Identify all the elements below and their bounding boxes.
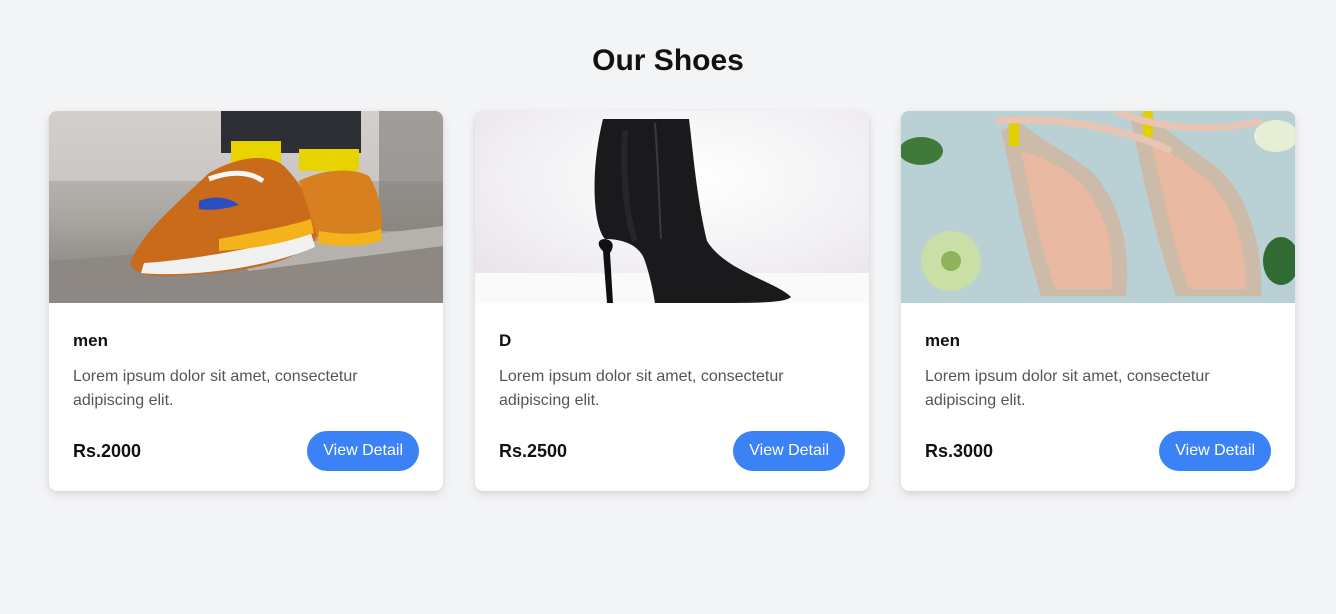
product-grid: men Lorem ipsum dolor sit amet, consecte…: [49, 111, 1295, 491]
view-detail-button[interactable]: View Detail: [733, 431, 845, 471]
view-detail-button[interactable]: View Detail: [1159, 431, 1271, 471]
product-card: men Lorem ipsum dolor sit amet, consecte…: [49, 111, 443, 491]
product-card: men Lorem ipsum dolor sit amet, consecte…: [901, 111, 1295, 491]
product-image-boot[interactable]: [475, 111, 869, 303]
product-description: Lorem ipsum dolor sit amet, consectetur …: [73, 368, 358, 409]
product-title: D: [499, 331, 512, 350]
product-title: men: [925, 331, 960, 350]
product-card: D Lorem ipsum dolor sit amet, consectetu…: [475, 111, 869, 491]
product-price: Rs.2000: [73, 440, 142, 461]
product-price: Rs.2500: [499, 440, 568, 461]
page-title: Our Shoes: [592, 44, 744, 77]
product-price: Rs.3000: [925, 440, 994, 461]
view-detail-button[interactable]: View Detail: [307, 431, 419, 471]
product-description: Lorem ipsum dolor sit amet, consectetur …: [499, 368, 784, 409]
product-image-sneakers[interactable]: [49, 111, 443, 303]
product-description: Lorem ipsum dolor sit amet, consectetur …: [925, 368, 1210, 409]
product-title: men: [73, 331, 108, 350]
product-image-heels[interactable]: [901, 111, 1295, 303]
